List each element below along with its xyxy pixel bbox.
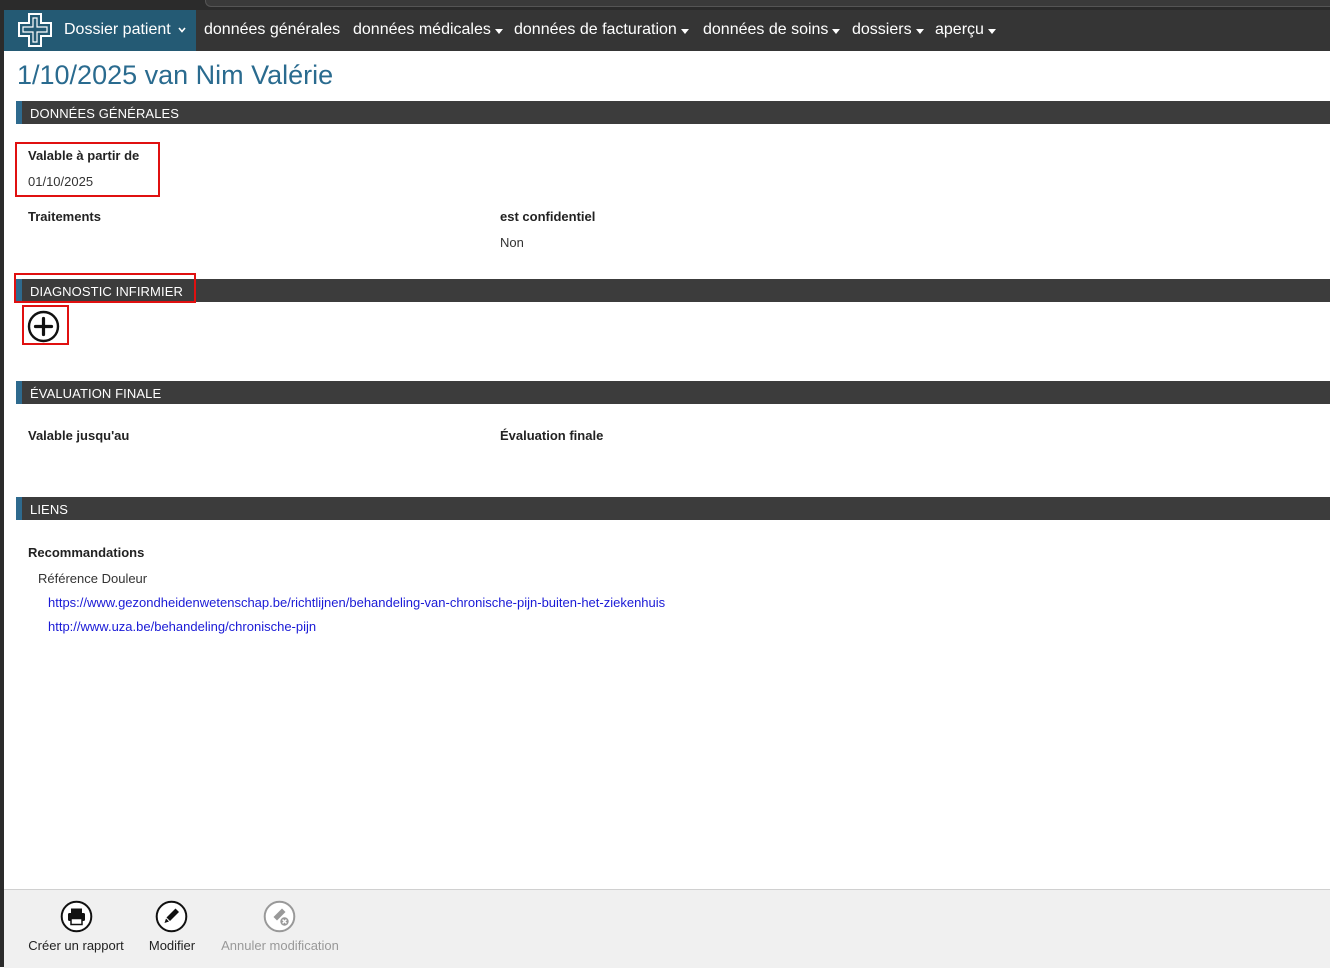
bottom-toolbar: Créer un rapport Modifier Annuler modifi… (4, 889, 1330, 968)
section-header-links: LIENS (16, 497, 1330, 520)
medical-cross-logo-icon (18, 13, 52, 47)
confidential-value: Non (500, 235, 524, 250)
final-eval-label: Évaluation finale (500, 428, 604, 443)
caret-down-icon (832, 28, 841, 34)
caret-down-icon (915, 28, 924, 34)
caret-down-icon (494, 28, 503, 34)
highlight-box-diagnosis (14, 273, 196, 303)
top-navbar: Dossier patient données générales donnée… (4, 10, 1330, 51)
printer-icon (60, 900, 93, 933)
cancel-modification-button[interactable]: Annuler modification (217, 890, 343, 968)
nav-item-donnees-generales[interactable]: données générales (204, 21, 340, 39)
treatments-label: Traitements (28, 209, 101, 224)
recommendation-link[interactable]: http://www.uza.be/behandeling/chronische… (48, 619, 316, 634)
window-tab-strip (205, 0, 1330, 7)
valid-from-value: 01/10/2025 (28, 174, 94, 189)
section-title: ÉVALUATION FINALE (30, 386, 162, 401)
page-title: 1/10/2025 van Nim Valérie (17, 60, 334, 90)
recommendation-link[interactable]: https://www.gezondheidenwetenschap.be/ri… (48, 595, 665, 610)
cancel-modification-label: Annuler modification (221, 938, 339, 953)
nav-item-donnees-facturation[interactable]: données de facturation (514, 21, 689, 39)
caret-down-icon (680, 28, 689, 34)
modify-label: Modifier (148, 938, 196, 953)
recommendations-label: Recommandations (28, 545, 145, 560)
nav-item-label: données de soins (703, 21, 829, 38)
caret-down-icon (987, 28, 996, 34)
brand-label: Dossier patient (64, 21, 171, 38)
brand-menu[interactable]: Dossier patient (4, 10, 196, 51)
section-header-final-eval: ÉVALUATION FINALE (16, 381, 1330, 404)
nav-item-label: données médicales (353, 21, 491, 38)
nav-item-apercu[interactable]: aperçu (935, 21, 996, 39)
section-header-general: DONNÉES GÉNÉRALES (16, 101, 1330, 124)
section-title: DONNÉES GÉNÉRALES (30, 106, 180, 121)
nav-item-label: aperçu (935, 21, 984, 38)
valid-until-label: Valable jusqu'au (28, 428, 130, 443)
pencil-icon (155, 900, 188, 933)
cancel-edit-icon (263, 900, 296, 933)
valid-from-label: Valable à partir de (28, 148, 140, 163)
confidential-label: est confidentiel (500, 209, 596, 224)
section-header-diagnosis: DIAGNOSTIC INFIRMIER (16, 279, 1330, 302)
nav-item-label: dossiers (852, 21, 912, 38)
nav-item-label: données générales (204, 21, 341, 38)
create-report-label: Créer un rapport (28, 938, 124, 953)
nav-item-dossiers[interactable]: dossiers (852, 21, 924, 39)
reference-label: Référence Douleur (38, 571, 148, 586)
section-title: LIENS (30, 502, 69, 517)
nav-item-label: données de facturation (514, 21, 677, 38)
create-report-button[interactable]: Créer un rapport (24, 890, 128, 968)
nav-item-donnees-soins[interactable]: données de soins (703, 21, 841, 39)
nav-item-donnees-medicales[interactable]: données médicales (353, 21, 503, 39)
plus-circle-icon[interactable] (27, 310, 60, 343)
modify-button[interactable]: Modifier (143, 890, 201, 968)
chevron-down-icon (178, 27, 186, 33)
window-frame-left (0, 0, 4, 967)
